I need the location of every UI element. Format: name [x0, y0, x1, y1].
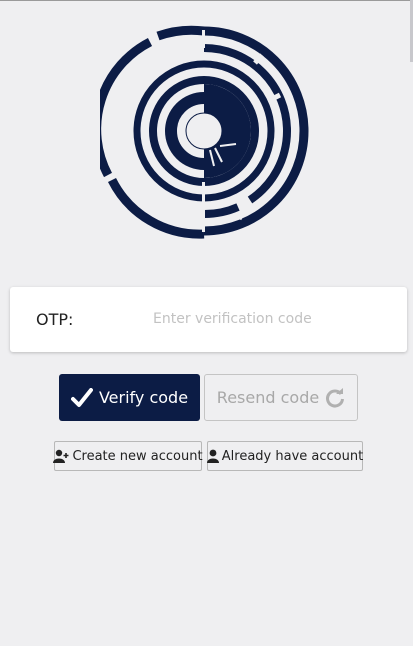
create-account-label: Create new account: [72, 448, 203, 464]
user-icon: [206, 449, 219, 463]
already-have-account-button[interactable]: Already have account: [206, 441, 364, 471]
refresh-icon: [325, 387, 345, 408]
otp-label: OTP:: [36, 310, 74, 329]
verify-code-button[interactable]: Verify code: [59, 374, 200, 421]
resend-code-label: Resend code: [216, 388, 320, 407]
add-user-icon: [53, 449, 69, 463]
create-account-button[interactable]: Create new account: [53, 441, 203, 471]
verify-code-label: Verify code: [98, 388, 189, 407]
logo-icon: [100, 25, 309, 239]
otp-input[interactable]: [150, 305, 386, 333]
top-border: [0, 0, 413, 1]
checkmark-icon: [70, 387, 93, 408]
already-have-account-label: Already have account: [221, 448, 364, 464]
resend-code-button[interactable]: Resend code: [204, 374, 358, 421]
otp-card: OTP:: [10, 287, 407, 352]
